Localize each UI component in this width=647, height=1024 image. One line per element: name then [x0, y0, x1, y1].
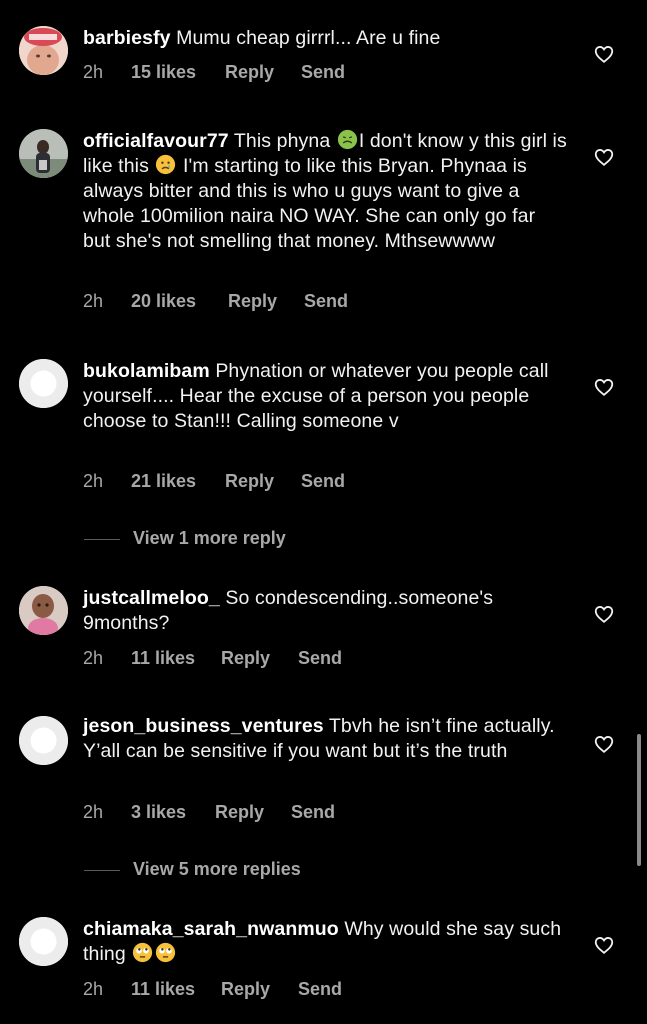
likes-count[interactable]: 11 likes: [131, 979, 195, 1000]
send-button[interactable]: Send: [298, 648, 342, 669]
comment-username[interactable]: jeson_business_ventures: [83, 715, 324, 737]
reply-button[interactable]: Reply: [225, 62, 274, 83]
comment-time: 2h: [83, 291, 104, 311]
reply-button[interactable]: Reply: [221, 648, 270, 669]
default-avatar-icon: [19, 917, 68, 966]
comment-time: 2h: [83, 471, 104, 491]
profile-photo-icon: [19, 586, 68, 635]
comment-text: justcallmeloo_ So condescending..someone…: [83, 586, 568, 636]
comment-text: jeson_business_ventures Tbvh he isn’t fi…: [83, 714, 568, 764]
view-more-label: View 5 more replies: [133, 859, 301, 879]
profile-photo-icon: [19, 129, 68, 178]
default-avatar-icon: [19, 716, 68, 765]
avatar[interactable]: [19, 586, 68, 635]
comment-body: This phyna: [233, 130, 331, 152]
comment-time: 2h: [83, 62, 104, 82]
heart-outline-icon[interactable]: [593, 934, 615, 956]
likes-count[interactable]: 15 likes: [131, 62, 196, 83]
send-button[interactable]: Send: [301, 471, 345, 492]
send-button[interactable]: Send: [304, 291, 348, 312]
heart-outline-icon[interactable]: [593, 603, 615, 625]
likes-count[interactable]: 20 likes: [131, 291, 196, 312]
send-button[interactable]: Send: [298, 979, 342, 1000]
divider: [84, 870, 120, 871]
comment-time: 2h: [83, 648, 104, 668]
divider: [84, 539, 120, 540]
view-more-label: View 1 more reply: [133, 528, 286, 548]
comment-username[interactable]: bukolamibam: [83, 360, 210, 382]
comment-text: chiamaka_sarah_nwanmuo Why would she say…: [83, 917, 568, 967]
send-button[interactable]: Send: [301, 62, 345, 83]
send-button[interactable]: Send: [291, 802, 335, 823]
reply-button[interactable]: Reply: [228, 291, 277, 312]
likes-count[interactable]: 11 likes: [131, 648, 195, 669]
comment-text: officialfavour77 This phyna I don't know…: [83, 129, 568, 254]
comment-username[interactable]: officialfavour77: [83, 130, 229, 152]
comment-username[interactable]: justcallmeloo_: [83, 587, 220, 609]
comment-body: Mumu cheap girrrl... Are u fine: [176, 27, 441, 49]
comment-username[interactable]: barbiesfy: [83, 27, 171, 49]
heart-outline-icon[interactable]: [593, 146, 615, 168]
comment-username[interactable]: chiamaka_sarah_nwanmuo: [83, 918, 339, 940]
avatar[interactable]: [19, 26, 68, 75]
comment-body: I'm starting to like this Bryan. Phynaa …: [83, 155, 536, 252]
likes-count[interactable]: 21 likes: [131, 471, 196, 492]
comment-text: barbiesfy Mumu cheap girrrl... Are u fin…: [83, 26, 568, 51]
heart-outline-icon[interactable]: [593, 733, 615, 755]
avatar[interactable]: [19, 359, 68, 408]
nauseated-face-icon: [337, 129, 357, 150]
rolling-eyes-face-icon: [133, 942, 153, 963]
scrollbar[interactable]: [637, 734, 641, 866]
comment-text: bukolamibam Phynation or whatever you pe…: [83, 359, 568, 434]
crying-face-icon: [156, 154, 176, 175]
rolling-eyes-face-icon: [156, 942, 176, 963]
avatar[interactable]: [19, 917, 68, 966]
avatar[interactable]: [19, 716, 68, 765]
reply-button[interactable]: Reply: [215, 802, 264, 823]
heart-outline-icon[interactable]: [593, 43, 615, 65]
heart-outline-icon[interactable]: [593, 376, 615, 398]
comment-time: 2h: [83, 802, 104, 822]
reply-button[interactable]: Reply: [221, 979, 270, 1000]
default-avatar-icon: [19, 359, 68, 408]
reply-button[interactable]: Reply: [225, 471, 274, 492]
avatar[interactable]: [19, 129, 68, 178]
comment-time: 2h: [83, 979, 104, 999]
profile-photo-icon: [19, 26, 68, 75]
likes-count[interactable]: 3 likes: [131, 802, 186, 823]
